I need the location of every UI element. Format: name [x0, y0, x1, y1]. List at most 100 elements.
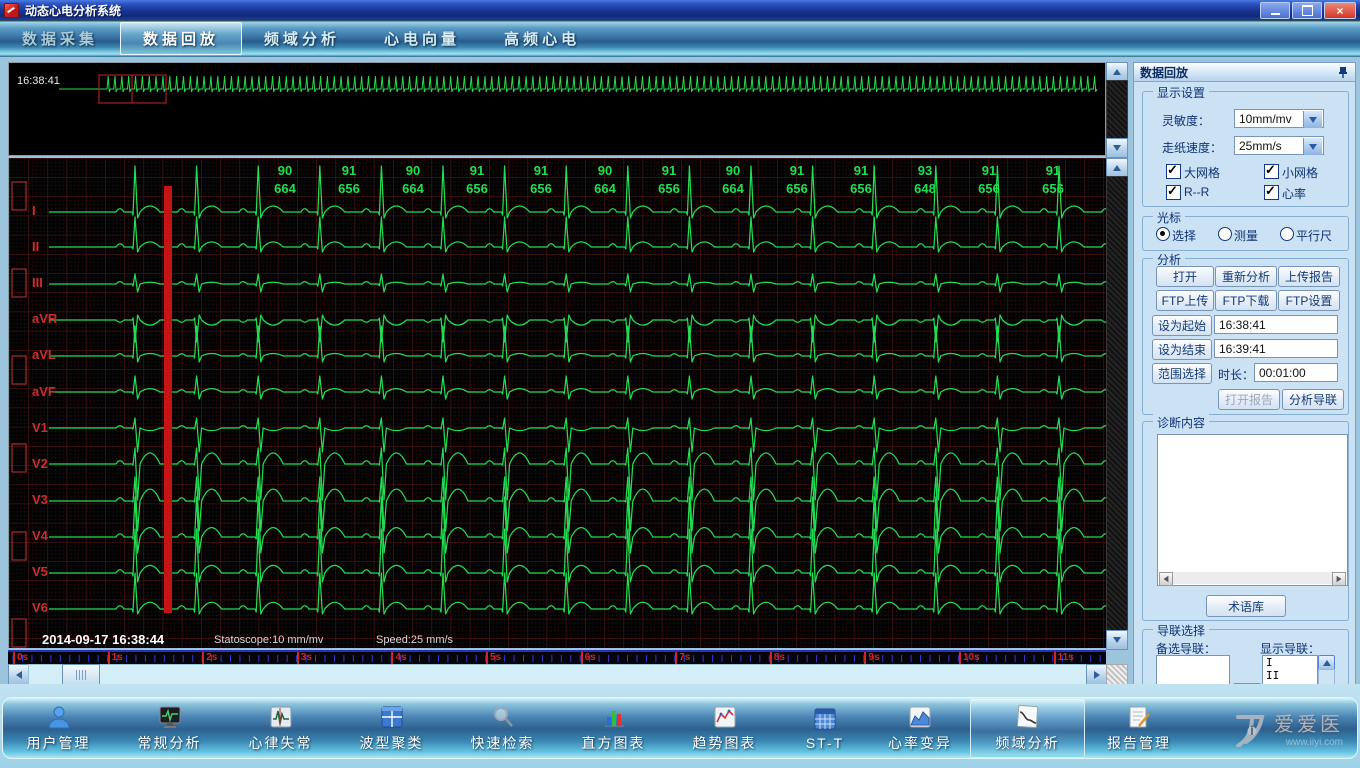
arrhythmia-icon: [270, 706, 291, 727]
ecg-hscrollbar-track[interactable]: [28, 664, 1088, 686]
pin-icon[interactable]: [1337, 66, 1349, 78]
heart-rate-rr-ms: 656: [786, 181, 808, 196]
heart-rate-rr-ms: 656: [850, 181, 872, 196]
heart-rate-label: 91 656: [777, 162, 817, 198]
toolbar-item-report-management[interactable]: 报告管理: [1085, 698, 1193, 758]
range-select-button[interactable]: 范围选择: [1152, 363, 1212, 384]
set-start-button[interactable]: 设为起始: [1152, 315, 1212, 336]
diagnosis-group: 诊断内容: [1142, 414, 1349, 621]
ecg-scroll-right-button[interactable]: [1086, 664, 1108, 686]
ecg-scroll-down-button[interactable]: [1106, 630, 1128, 650]
cursor-group-title: 光标: [1153, 209, 1186, 226]
heart-rate-checkbox[interactable]: [1264, 183, 1279, 200]
heart-rate-rr-ms: 656: [338, 181, 360, 196]
diagnosis-hscrollbar[interactable]: [1159, 572, 1346, 586]
heart-rate-rr-ms: 656: [466, 181, 488, 196]
cursor-measure-label: 测量: [1234, 229, 1259, 243]
heart-rate-rr-ms: 664: [274, 181, 296, 196]
cursor-measure-radio[interactable]: [1218, 227, 1232, 241]
sensitivity-select[interactable]: 10mm/mv: [1234, 109, 1324, 128]
heart-rate-label-cb: 心率: [1282, 187, 1307, 201]
cursor-parallel-radio[interactable]: [1280, 227, 1294, 241]
ecg-overview-strip[interactable]: 16:38:41: [8, 62, 1106, 156]
diag-scroll-left-button[interactable]: [1159, 572, 1173, 586]
tab-high-frequency-ecg[interactable]: 高频心电: [482, 22, 602, 55]
reanalyze-button[interactable]: 重新分析: [1215, 266, 1277, 287]
heart-rate-bpm: 91: [1045, 163, 1061, 178]
upload-report-button[interactable]: 上传报告: [1278, 266, 1340, 287]
heart-rate-bpm: 91: [789, 163, 805, 178]
rr-checkbox[interactable]: [1166, 183, 1181, 200]
heart-rate-label: 91 656: [969, 162, 1009, 198]
tab-vectorcardiogram[interactable]: 心电向量: [362, 22, 482, 55]
small-grid-checkbox[interactable]: [1264, 162, 1279, 179]
heart-rate-bpm: 91: [661, 163, 677, 178]
open-button[interactable]: 打开: [1156, 266, 1214, 287]
cursor-select-radio[interactable]: [1156, 227, 1170, 241]
overview-scroll-down-button[interactable]: [1106, 138, 1128, 158]
frequency-icon: [1016, 704, 1038, 728]
watermark-text: 爱爱医: [1274, 714, 1343, 736]
toolbar-item-hrv[interactable]: 心率变异: [870, 698, 970, 758]
set-end-button[interactable]: 设为结束: [1152, 339, 1212, 360]
toolbar-item-frequency-analysis[interactable]: 频域分析: [970, 698, 1085, 758]
lead-item[interactable]: I: [1263, 656, 1317, 669]
dropdown-arrow-icon[interactable]: [1303, 111, 1322, 128]
lead-label: V6: [32, 600, 48, 616]
paper-speed-select[interactable]: 25mm/s: [1234, 136, 1324, 155]
toolbar-item-trend-chart[interactable]: 趋势图表: [669, 698, 780, 758]
toolbar-item-routine-analysis[interactable]: 常规分析: [114, 698, 225, 758]
maximize-button[interactable]: [1292, 2, 1322, 19]
ecg-scrollbar-track[interactable]: [1106, 176, 1128, 632]
lead-select-group-title: 导联选择: [1153, 622, 1210, 639]
titlebar: 动态心电分析系统 ×: [0, 0, 1360, 20]
ecg-scroll-up-button[interactable]: [1106, 158, 1128, 178]
toolbar-item-st-t[interactable]: ST-T: [780, 698, 870, 758]
lead-item[interactable]: II: [1263, 669, 1317, 682]
toolbar-item-histogram[interactable]: 直方图表: [558, 698, 669, 758]
playback-cursor[interactable]: [164, 186, 172, 613]
user-icon: [47, 706, 70, 728]
heart-rate-label: 90 664: [393, 162, 433, 198]
trend-icon: [714, 706, 735, 727]
analyze-leads-button[interactable]: 分析导联: [1282, 389, 1344, 410]
ecg-main-view[interactable]: [8, 158, 1147, 648]
term-library-button[interactable]: 术语库: [1206, 595, 1286, 617]
toolbar-item-wave-clustering[interactable]: 波型聚类: [336, 698, 447, 758]
heart-rate-rr-ms: 664: [402, 181, 424, 196]
tab-data-replay[interactable]: 数据回放: [120, 22, 243, 55]
tab-data-acquisition[interactable]: 数据采集: [0, 22, 120, 55]
duration-field[interactable]: 00:01:00: [1254, 363, 1338, 382]
open-report-button[interactable]: 打开报告: [1218, 389, 1280, 410]
minimize-button[interactable]: [1260, 2, 1290, 19]
heart-rate-rr-ms: 648: [914, 181, 936, 196]
display-settings-title: 显示设置: [1153, 84, 1210, 101]
toolbar-item-user-management[interactable]: 用户管理: [3, 698, 114, 758]
left-arrow-icon: [16, 671, 22, 679]
diagnosis-textarea[interactable]: [1157, 434, 1348, 586]
big-grid-checkbox[interactable]: [1166, 162, 1181, 179]
ftp-settings-button[interactable]: FTP设置: [1278, 290, 1340, 311]
ecg-scroll-left-button[interactable]: [8, 664, 30, 686]
overview-timestamp: 16:38:41: [17, 75, 60, 87]
histogram-icon: [604, 710, 624, 726]
start-time-field[interactable]: 16:38:41: [1214, 315, 1338, 334]
dropdown-arrow-icon[interactable]: [1303, 138, 1322, 155]
ftp-download-button[interactable]: FTP下载: [1215, 290, 1277, 311]
toolbar-item-arrhythmia[interactable]: 心律失常: [225, 698, 336, 758]
minimize-icon: [1270, 13, 1280, 15]
ruler-second-label: 3s: [296, 652, 312, 664]
end-time-field[interactable]: 16:39:41: [1214, 339, 1338, 358]
tab-frequency-analysis[interactable]: 频域分析: [242, 22, 362, 55]
diag-scroll-right-button[interactable]: [1332, 572, 1346, 586]
monitor-icon: [159, 706, 180, 728]
lead-label: I: [32, 203, 36, 218]
overview-scrollbar-track[interactable]: [1106, 80, 1128, 140]
ecg-hscrollbar-thumb[interactable]: [62, 664, 100, 686]
cursor-parallel-label: 平行尺: [1296, 229, 1333, 243]
heart-rate-rr-ms: 656: [978, 181, 1000, 196]
toolbar-item-quick-search[interactable]: 快速检索: [447, 698, 558, 758]
ftp-upload-button[interactable]: FTP上传: [1156, 290, 1214, 311]
close-button[interactable]: ×: [1324, 2, 1356, 19]
overview-scroll-up-button[interactable]: [1106, 62, 1128, 82]
